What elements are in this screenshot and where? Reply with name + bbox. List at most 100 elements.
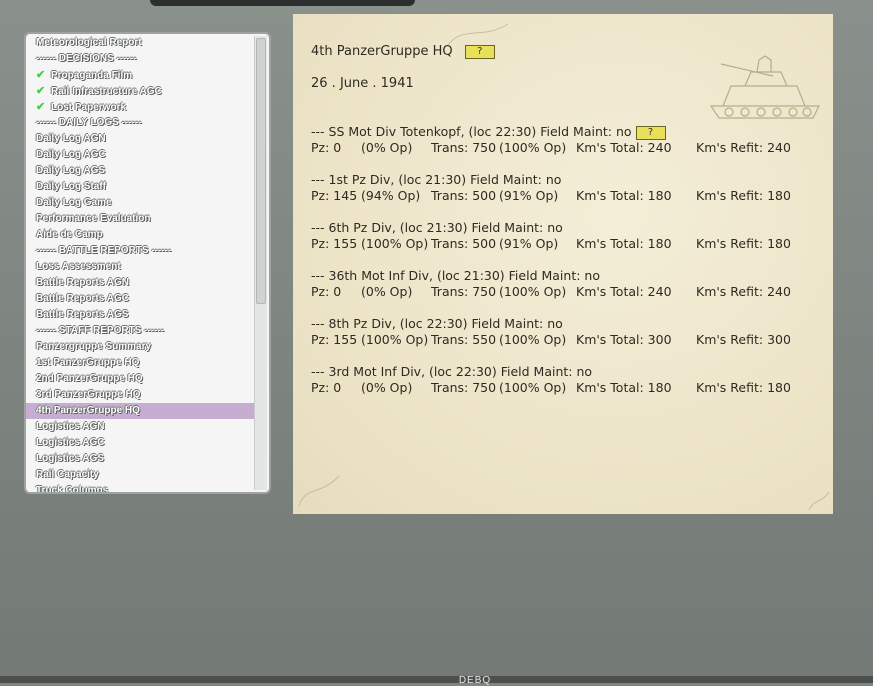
pz-op: (0% Op) — [361, 140, 413, 155]
sidebar-item-label: Daily Log Game — [36, 197, 112, 208]
sidebar-item[interactable]: Daily Log AGC — [26, 147, 256, 163]
unit-help-button[interactable]: ? — [635, 125, 666, 140]
pz-count: Pz: 0 — [311, 140, 342, 155]
scrollbar[interactable] — [254, 36, 267, 490]
sidebar-item-label: 1st PanzerGruppe HQ — [36, 357, 140, 368]
bottom-tab[interactable]: DEBQ — [440, 676, 510, 686]
checkmark-icon: ✔ — [36, 101, 46, 113]
pz-count: Pz: 155 — [311, 332, 358, 347]
sidebar-item[interactable]: ✔ Rail Infrastructure AGC — [26, 83, 256, 99]
sidebar-item[interactable]: ------ BATTLE REPORTS ------ — [26, 243, 256, 259]
sidebar-item[interactable]: Battle Reports AGN — [26, 275, 256, 291]
sidebar-item[interactable]: Daily Log AGN — [26, 131, 256, 147]
sidebar-item-label: 3rd PanzerGruppe HQ — [36, 389, 141, 400]
pz-op: (100% Op) — [361, 332, 429, 347]
sidebar-item[interactable]: ✔ Propaganda Film — [26, 67, 256, 83]
sidebar-item-label: Battle Reports AGS — [36, 309, 129, 320]
unit-header: --- 6th Pz Div, (loc 21:30) Field Maint:… — [311, 220, 563, 236]
unit-header: --- 1st Pz Div, (loc 21:30) Field Maint:… — [311, 172, 561, 188]
sidebar-item[interactable]: Logistics AGS — [26, 451, 256, 467]
unit-entry: --- 36th Mot Inf Div, (loc 21:30) Field … — [311, 268, 791, 300]
help-button[interactable]: ? — [464, 44, 495, 59]
km-refit: Km's Refit: 180 — [696, 236, 791, 251]
report-list: Meteorological Report ------ DECISIONS --… — [26, 35, 256, 494]
unit-header: --- 36th Mot Inf Div, (loc 21:30) Field … — [311, 268, 600, 284]
sidebar-item-label: Battle Reports AGC — [36, 293, 129, 304]
sidebar-item-label: Meteorological Report — [36, 37, 142, 48]
report-panel: 4th PanzerGruppe HQ ? 26 . June . 1941 -… — [293, 14, 833, 514]
km-total: Km's Total: 240 — [576, 140, 672, 155]
trans-count: Trans: 750 — [431, 380, 497, 395]
sidebar-item[interactable]: Logistics AGN — [26, 419, 256, 435]
sidebar-item-label: Aide de Camp — [36, 229, 103, 240]
trans-op: (100% Op) — [499, 380, 567, 395]
sidebar-item[interactable]: 3rd PanzerGruppe HQ — [26, 387, 256, 403]
trans-count: Trans: 750 — [431, 284, 497, 299]
unit-entry: --- 8th Pz Div, (loc 22:30) Field Maint:… — [311, 316, 791, 348]
sidebar-item-label: Daily Log AGS — [36, 165, 106, 176]
report-date: 26 . June . 1941 — [311, 76, 414, 91]
checkmark-icon: ✔ — [36, 85, 46, 97]
km-total: Km's Total: 180 — [576, 236, 672, 251]
sidebar-item[interactable]: Aide de Camp — [26, 227, 256, 243]
sidebar-item[interactable]: 4th PanzerGruppe HQ — [26, 403, 256, 419]
trans-op: (100% Op) — [499, 140, 567, 155]
pz-count: Pz: 0 — [311, 380, 342, 395]
pz-count: Pz: 0 — [311, 284, 342, 299]
pz-count: Pz: 155 — [311, 236, 358, 251]
sidebar-item[interactable]: ------ STAFF REPORTS ------ — [26, 323, 256, 339]
unit-header-text: --- 1st Pz Div, (loc 21:30) Field Maint:… — [311, 172, 562, 187]
sidebar-item[interactable]: Logistics AGC — [26, 435, 256, 451]
unit-entry: --- 3rd Mot Inf Div, (loc 22:30) Field M… — [311, 364, 791, 396]
sidebar-item[interactable]: Daily Log AGS — [26, 163, 256, 179]
scroll-thumb[interactable] — [256, 38, 266, 304]
km-refit: Km's Refit: 300 — [696, 332, 791, 347]
sidebar-item[interactable]: ------ DECISIONS ------ — [26, 51, 256, 67]
sidebar-item-label: Daily Log AGN — [36, 133, 106, 144]
pz-count: Pz: 145 — [311, 188, 358, 203]
unit-header: --- 3rd Mot Inf Div, (loc 22:30) Field M… — [311, 364, 592, 380]
trans-count: Trans: 550 — [431, 332, 497, 347]
trans-count: Trans: 750 — [431, 140, 497, 155]
unit-entry: --- 6th Pz Div, (loc 21:30) Field Maint:… — [311, 220, 791, 252]
sidebar-item-label: Truck Columns — [36, 485, 109, 494]
km-total: Km's Total: 240 — [576, 284, 672, 299]
pz-op: (100% Op) — [361, 236, 429, 251]
km-refit: Km's Refit: 180 — [696, 380, 791, 395]
sidebar-item-label: Rail Infrastructure AGC — [51, 86, 162, 97]
sidebar-item-label: Propaganda Film — [51, 70, 133, 81]
sidebar-item[interactable]: Battle Reports AGC — [26, 291, 256, 307]
sidebar-item[interactable]: 2nd PanzerGruppe HQ — [26, 371, 256, 387]
unit-header-text: --- SS Mot Div Totenkopf, (loc 22:30) Fi… — [311, 124, 632, 139]
km-refit: Km's Refit: 240 — [696, 284, 791, 299]
sidebar-item[interactable]: Panzergruppe Summary — [26, 339, 256, 355]
km-refit: Km's Refit: 240 — [696, 140, 791, 155]
report-title: 4th PanzerGruppe HQ ? — [311, 44, 495, 59]
unit-header-text: --- 36th Mot Inf Div, (loc 21:30) Field … — [311, 268, 600, 283]
sidebar-item-label: ------ STAFF REPORTS ------ — [36, 325, 165, 336]
sidebar-item-label: Performance Evaluation — [36, 213, 151, 224]
sidebar-item[interactable]: Rail Capacity — [26, 467, 256, 483]
sidebar-item[interactable]: Performance Evaluation — [26, 211, 256, 227]
km-refit: Km's Refit: 180 — [696, 188, 791, 203]
sidebar-item[interactable]: ✔ Lost Paperwork — [26, 99, 256, 115]
trans-count: Trans: 500 — [431, 236, 497, 251]
sidebar-item[interactable]: 1st PanzerGruppe HQ — [26, 355, 256, 371]
trans-op: (100% Op) — [499, 284, 567, 299]
sidebar-item[interactable]: Meteorological Report — [26, 35, 256, 51]
tank-sketch-icon — [709, 55, 820, 119]
sidebar-item-label: ------ DAILY LOGS ------ — [36, 117, 142, 128]
sidebar-item[interactable]: Daily Log Staff — [26, 179, 256, 195]
sidebar-item-label: ------ DECISIONS ------ — [36, 53, 137, 64]
sidebar-item-label: Logistics AGC — [36, 437, 105, 448]
checkmark-icon: ✔ — [36, 69, 46, 81]
sidebar-item[interactable]: Battle Reports AGS — [26, 307, 256, 323]
sidebar-item[interactable]: Loss Assessment — [26, 259, 256, 275]
sidebar-item[interactable]: Daily Log Game — [26, 195, 256, 211]
trans-op: (91% Op) — [499, 236, 559, 251]
top-shadow — [150, 0, 415, 6]
sidebar-item-label: Rail Capacity — [36, 469, 99, 480]
sidebar-item[interactable]: ------ DAILY LOGS ------ — [26, 115, 256, 131]
sidebar-item[interactable]: Truck Columns — [26, 483, 256, 494]
sidebar-item-label: Daily Log AGC — [36, 149, 106, 160]
